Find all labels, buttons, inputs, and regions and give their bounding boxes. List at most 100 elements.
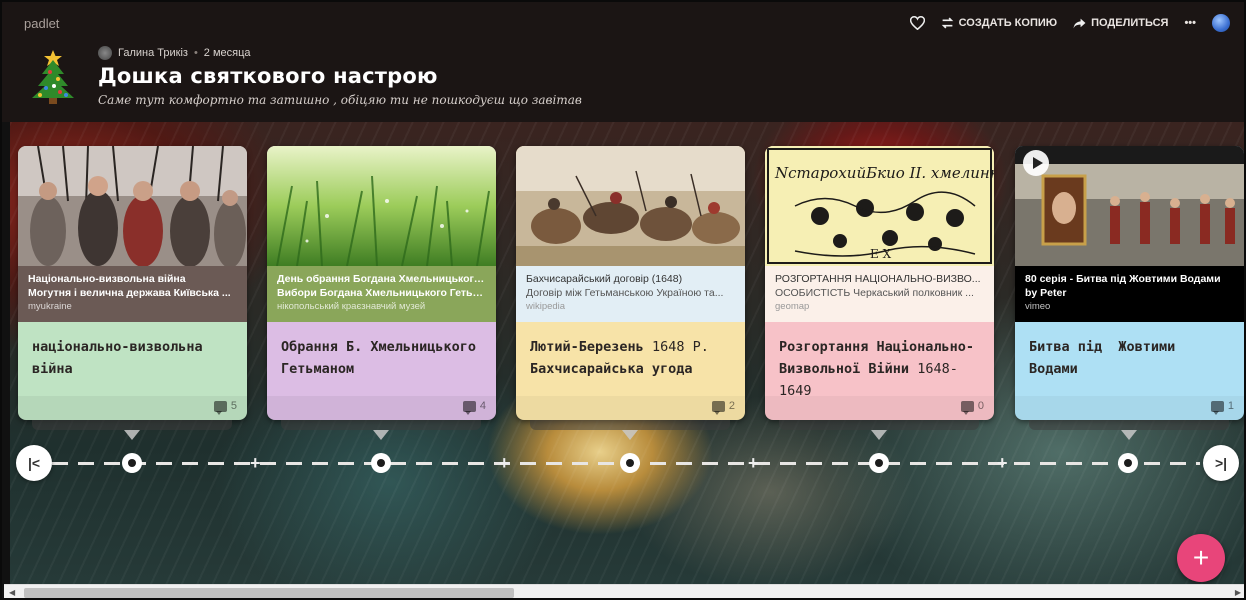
more-button[interactable]: ••• — [1184, 17, 1196, 29]
comments-button[interactable]: 2 — [711, 400, 735, 415]
timeline-node[interactable] — [371, 453, 391, 473]
card-pointer — [124, 430, 140, 440]
preview-description: ОСОБИСТІСТЬ Черкаський полковник ... — [775, 287, 974, 299]
timeline-node[interactable] — [1118, 453, 1138, 473]
preview-description: Могутня і велична держава Київська ... — [28, 287, 231, 299]
timeline-node[interactable] — [122, 453, 142, 473]
card-shadow — [32, 420, 232, 430]
comment-count: 1 — [1227, 400, 1234, 412]
post-meta: Галина Трикіз • 2 месяца — [98, 46, 251, 60]
preview-source: myukraine — [28, 301, 72, 312]
christmas-tree-icon — [32, 50, 74, 104]
card-pointer — [1121, 430, 1137, 440]
link-preview[interactable]: 80 серія - Битва під Жовтими Водами by P… — [1015, 266, 1244, 322]
card-title-main: Лютий-Березень — [530, 339, 644, 355]
preview-description: Вибори Богдана Хмельницького Гетьм... — [277, 287, 486, 299]
timeline-card[interactable]: Національно-визвольна війна Могутня і ве… — [18, 146, 247, 420]
card-image: NстарохийБкио II. хмелинкиг Е Х — [765, 146, 994, 266]
comments-button[interactable]: 4 — [462, 400, 486, 415]
new-post-fab[interactable]: + — [1177, 534, 1225, 582]
copy-label: СОЗДАТЬ КОПИЮ — [958, 17, 1058, 29]
card-title-rest: Бахчисарайська угода — [530, 361, 693, 377]
comment-icon — [462, 400, 476, 415]
comments-button[interactable]: 5 — [213, 400, 237, 415]
comment-count: 0 — [977, 400, 984, 412]
preview-title: Бахчисарайський договір (1648) — [526, 273, 683, 285]
card-title: національно-визвольна війна — [32, 339, 203, 377]
timeline-node[interactable] — [620, 453, 640, 473]
comment-icon — [213, 400, 227, 415]
post-time: 2 месяца — [203, 47, 251, 59]
card-title: Обрання Б. Хмельницького Гетьманом — [281, 339, 477, 377]
avatar[interactable] — [1212, 14, 1230, 32]
card-pointer — [622, 430, 638, 440]
preview-source: geomap — [775, 301, 810, 312]
scroll-right-arrow-icon[interactable]: ▶ — [1235, 588, 1241, 597]
padlet-logo[interactable]: padlet — [24, 16, 59, 31]
card-image — [516, 146, 745, 266]
preview-title: Національно-визвольна війна — [28, 273, 186, 285]
timeline-node[interactable] — [869, 453, 889, 473]
card-shadow — [779, 420, 979, 430]
preview-source: wikipedia — [526, 301, 566, 312]
timeline-card[interactable]: NстарохийБкио II. хмелинкиг Е Х РОЗГОРТА… — [765, 146, 994, 420]
preview-title: 80 серія - Битва під Жовтими Водами — [1025, 273, 1221, 285]
preview-description: Договір між Гетьманською Україною та... — [526, 287, 724, 299]
link-preview[interactable]: Національно-визвольна війна Могутня і ве… — [18, 266, 247, 322]
card-title-year: 1648 Р. — [651, 339, 709, 355]
play-icon — [1033, 157, 1043, 169]
card-pointer — [871, 430, 887, 440]
comments-button[interactable]: 1 — [1210, 400, 1234, 415]
padlet-board: padlet СОЗДАТЬ КОПИЮ ПОДЕЛИТЬСЯ ••• Гали… — [0, 0, 1246, 600]
link-preview[interactable]: РОЗГОРТАННЯ НАЦІОНАЛЬНО-ВИЗВО... ОСОБИСТ… — [765, 266, 994, 322]
scroll-left-arrow-icon[interactable]: ◀ — [9, 588, 15, 597]
card-image — [267, 146, 496, 266]
card-shadow — [530, 420, 730, 430]
copy-button[interactable]: СОЗДАТЬ КОПИЮ — [941, 17, 1057, 29]
timeline-end-button[interactable]: >| — [1203, 445, 1239, 481]
share-button[interactable]: ПОДЕЛИТЬСЯ — [1073, 17, 1168, 29]
card-shadow — [281, 420, 481, 430]
timeline-card[interactable]: 80 серія - Битва під Жовтими Водами by P… — [1015, 146, 1244, 420]
comments-button[interactable]: 0 — [960, 400, 984, 415]
add-post-button[interactable]: + — [499, 454, 510, 472]
card-footer — [516, 396, 745, 420]
preview-description: by Peter — [1025, 287, 1067, 299]
link-preview[interactable]: Бахчисарайський договір (1648) Договір м… — [516, 266, 745, 322]
author-avatar — [98, 46, 112, 60]
svg-text:NстарохийБкио II. хмелинкиг: NстарохийБкио II. хмелинкиг — [774, 164, 994, 182]
heart-icon — [909, 16, 925, 30]
add-post-button[interactable]: + — [250, 454, 261, 472]
share-label: ПОДЕЛИТЬСЯ — [1091, 17, 1169, 29]
card-footer — [765, 396, 994, 420]
card-footer — [267, 396, 496, 420]
comment-count: 5 — [230, 400, 237, 412]
author-name: Галина Трикіз — [118, 47, 188, 59]
card-footer — [1015, 396, 1244, 420]
comment-icon — [1210, 400, 1224, 415]
card-footer — [18, 396, 247, 420]
video-play-button[interactable] — [1023, 150, 1049, 176]
preview-source: нікопольський краєзнавчий музей — [277, 301, 426, 312]
timeline-start-button[interactable]: |< — [16, 445, 52, 481]
add-post-button[interactable]: + — [748, 454, 759, 472]
scrollbar-thumb[interactable] — [24, 588, 514, 598]
card-title: Лютий-Березень 1648 Р. Бахчисарайська уг… — [530, 336, 731, 380]
card-title: Битва під Жовтими Водами — [1029, 339, 1184, 377]
share-arrow-icon — [1073, 18, 1086, 28]
horizontal-scrollbar[interactable]: ◀ ▶ — [4, 584, 1244, 598]
comment-icon — [960, 400, 974, 415]
timeline-card[interactable]: Бахчисарайський договір (1648) Договір м… — [516, 146, 745, 420]
header-actions: СОЗДАТЬ КОПИЮ ПОДЕЛИТЬСЯ ••• — [909, 14, 1230, 32]
comment-count: 4 — [479, 400, 486, 412]
board-header: padlet СОЗДАТЬ КОПИЮ ПОДЕЛИТЬСЯ ••• Гали… — [2, 2, 1244, 122]
card-image — [18, 146, 247, 266]
remake-icon — [941, 17, 953, 29]
link-preview[interactable]: День обрання Богдана Хмельницького... Ви… — [267, 266, 496, 322]
add-post-button[interactable]: + — [997, 454, 1008, 472]
comment-icon — [711, 400, 725, 415]
card-title: Розгортання Національно-Визвольної Війни… — [779, 336, 980, 402]
like-button[interactable] — [909, 16, 925, 30]
svg-text:Е Х: Е Х — [870, 247, 892, 261]
timeline-card[interactable]: День обрання Богдана Хмельницького... Ви… — [267, 146, 496, 420]
